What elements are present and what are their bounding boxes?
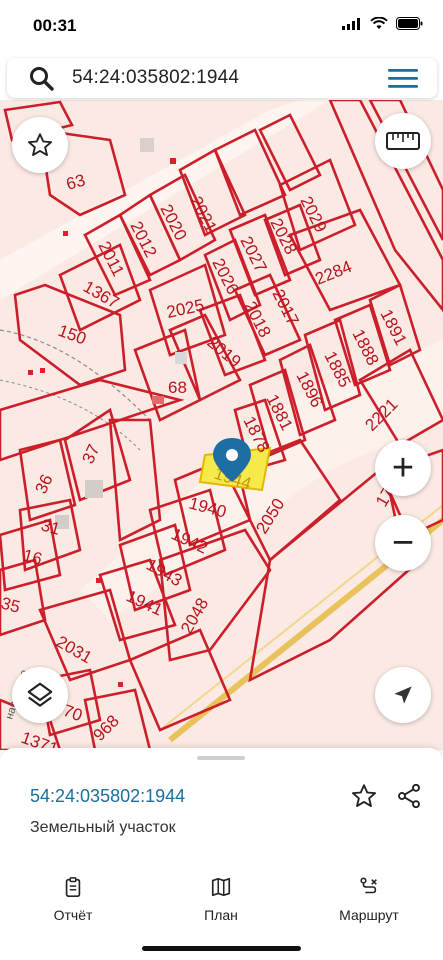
signal-icon — [342, 17, 360, 30]
route-icon — [360, 877, 377, 894]
home-indicator[interactable] — [142, 946, 301, 951]
star-icon[interactable] — [350, 782, 378, 810]
menu-icon[interactable] — [387, 66, 419, 90]
favorite-button[interactable] — [12, 117, 68, 173]
battery-icon — [396, 17, 423, 30]
wifi-icon — [370, 17, 388, 29]
map-icon — [211, 877, 231, 897]
building — [85, 480, 103, 498]
clipboard-icon — [65, 877, 81, 897]
building — [175, 352, 187, 364]
star-icon — [27, 133, 53, 156]
plus-icon: + — [391, 447, 415, 489]
parcel-label: 68 — [168, 378, 187, 397]
minus-icon: − — [391, 522, 415, 564]
zoom-in-button[interactable]: + — [375, 440, 431, 496]
tab-report[interactable]: Отчёт — [18, 876, 128, 923]
search-icon[interactable] — [29, 66, 55, 92]
search-bar[interactable]: 54:24:035802:1944 — [7, 58, 437, 98]
layers-button[interactable] — [12, 667, 68, 723]
tab-plan[interactable]: План — [166, 876, 276, 923]
parcel-type: Земельный участок — [30, 819, 176, 836]
search-input[interactable]: 54:24:035802:1944 — [72, 67, 239, 89]
status-bar: 00:31 — [0, 0, 443, 52]
building — [140, 138, 154, 152]
status-icons — [342, 17, 423, 30]
share-icon[interactable] — [395, 782, 423, 810]
tab-report-label: Отчёт — [53, 907, 93, 923]
zoom-out-button[interactable]: − — [375, 515, 431, 571]
bottom-tab-bar: Отчёт План Маршрут — [0, 868, 443, 960]
parcel-id: 54:24:035802:1944 — [30, 786, 186, 806]
sheet-grabber[interactable] — [197, 756, 245, 760]
parcel-info-sheet[interactable]: 54:24:035802:1944 Земельный участок — [0, 748, 443, 868]
building — [152, 396, 164, 404]
tab-plan-label: План — [204, 907, 238, 923]
tab-route-label: Маршрут — [339, 907, 399, 923]
ruler-icon — [386, 132, 420, 150]
status-time: 00:31 — [33, 16, 77, 35]
map-canvas[interactable]: 63 2021 2020 2029 2012 2028 2011 2027 22… — [0, 100, 443, 750]
tab-route[interactable]: Маршрут — [314, 876, 424, 923]
my-location-button[interactable] — [375, 667, 431, 723]
navigation-arrow-icon — [394, 686, 412, 704]
ruler-button[interactable] — [375, 113, 431, 169]
cadastral-map[interactable]: 63 2021 2020 2029 2012 2028 2011 2027 22… — [0, 100, 443, 750]
layers-icon — [27, 682, 53, 707]
